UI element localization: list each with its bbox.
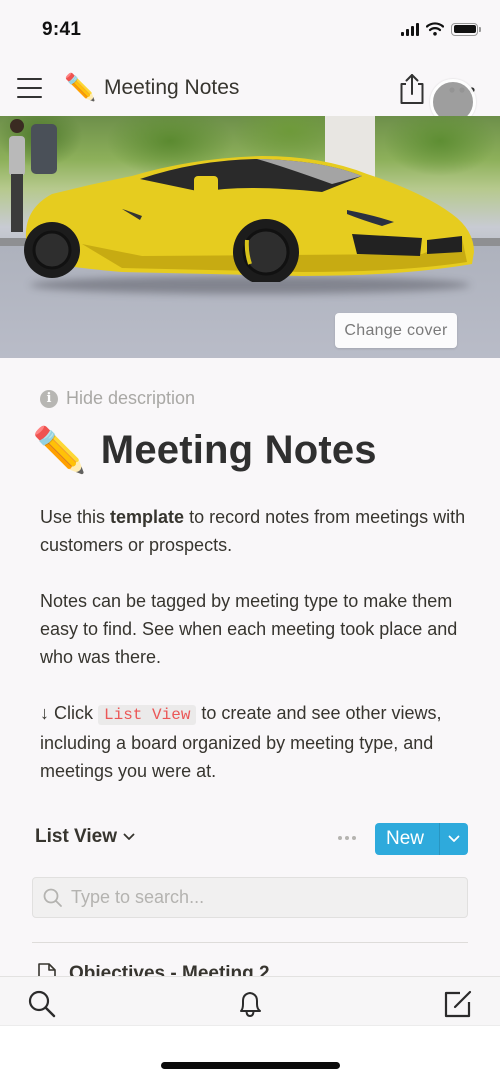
description-paragraph: Use this template to record notes from m…	[40, 503, 470, 559]
bottom-tab-bar	[0, 976, 500, 1026]
chevron-down-icon	[448, 835, 460, 842]
home-indicator[interactable]	[161, 1062, 340, 1069]
search-icon	[43, 888, 62, 907]
search-icon[interactable]	[27, 989, 57, 1019]
database-view-toolbar: List View New	[35, 822, 468, 856]
new-dropdown-button[interactable]	[439, 823, 468, 855]
search-input[interactable]	[71, 887, 451, 908]
new-button[interactable]: New	[375, 823, 468, 855]
home-area	[0, 1026, 500, 1080]
search-field[interactable]	[32, 877, 468, 918]
hide-description-button[interactable]: i Hide description	[40, 388, 195, 409]
info-icon: i	[40, 389, 58, 408]
cellular-signal-icon	[401, 22, 419, 36]
status-time: 9:41	[42, 19, 82, 40]
page-title[interactable]: Meeting Notes	[101, 428, 377, 473]
description-paragraph: Notes can be tagged by meeting type to m…	[40, 591, 458, 667]
inline-code: List View	[98, 705, 197, 725]
share-icon[interactable]	[398, 72, 426, 106]
hide-description-label: Hide description	[66, 388, 196, 408]
list-divider	[32, 942, 468, 943]
nav-page-title: Meeting Notes	[104, 76, 240, 99]
new-button-label[interactable]: New	[375, 823, 439, 855]
description-paragraph: ↓ Click List View to create and see othe…	[40, 699, 470, 785]
pencil-emoji-icon: ✏️	[64, 72, 97, 102]
page-description: Use this template to record notes from m…	[40, 503, 470, 813]
view-selector-label: List View	[35, 826, 118, 847]
compose-icon[interactable]	[443, 989, 473, 1019]
page-heading: ✏️ Meeting Notes	[32, 428, 377, 473]
description-text: ↓ Click	[40, 703, 98, 723]
top-navigation-bar: ✏️ Meeting Notes	[0, 64, 500, 125]
battery-icon	[451, 22, 481, 36]
change-cover-button[interactable]: Change cover	[335, 313, 457, 348]
chevron-down-icon	[123, 833, 135, 840]
car-illustration	[24, 156, 474, 282]
status-icons	[401, 22, 481, 36]
view-more-options-icon[interactable]	[335, 830, 359, 846]
pencil-emoji-icon[interactable]: ✏️	[32, 428, 87, 473]
hamburger-icon[interactable]	[17, 78, 42, 98]
status-bar: 9:41	[0, 0, 500, 60]
wifi-icon	[426, 22, 444, 36]
view-selector[interactable]: List View	[35, 826, 135, 848]
description-bold-text: template	[110, 507, 185, 527]
description-text: Use this	[40, 507, 111, 527]
bell-icon[interactable]	[235, 989, 265, 1019]
cover-image: Change cover	[0, 116, 500, 358]
